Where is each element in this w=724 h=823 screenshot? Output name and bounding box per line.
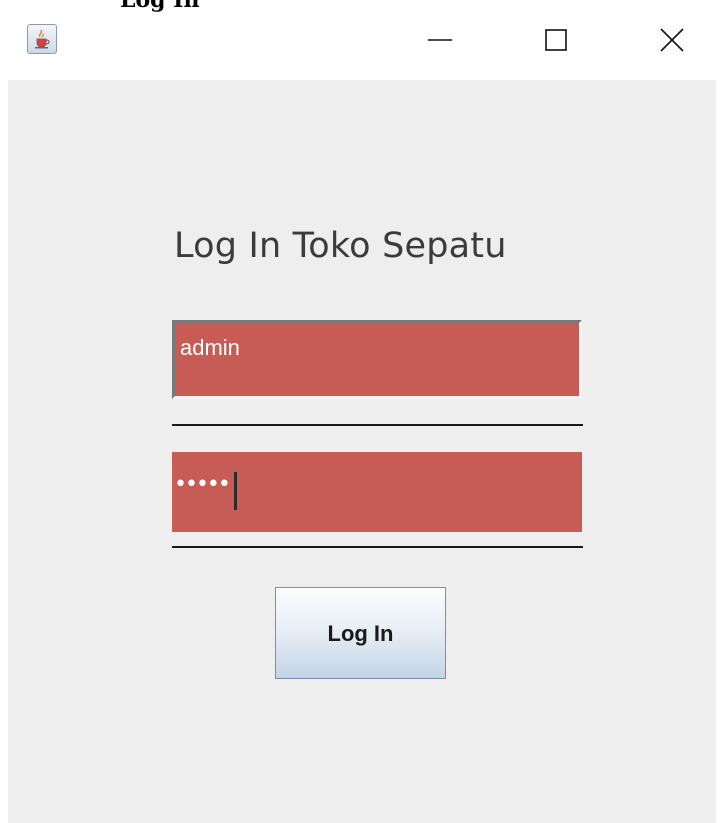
page-title: Log In Toko Sepatu — [174, 226, 507, 266]
username-field[interactable]: admin — [172, 320, 582, 399]
minimize-button[interactable] — [410, 14, 470, 66]
title-bar[interactable]: Log In — [0, 0, 724, 80]
login-window: Log In Log In Toko Sepatu admin ••••• Lo… — [0, 0, 724, 823]
window-title: Log In — [120, 0, 320, 12]
password-underline — [172, 546, 583, 548]
password-mask: ••••• — [174, 472, 231, 497]
maximize-icon — [545, 29, 567, 51]
username-value: admin — [180, 335, 240, 360]
java-cup-icon[interactable] — [27, 24, 57, 54]
text-caret — [234, 472, 237, 510]
minimize-icon — [428, 39, 452, 41]
close-button[interactable] — [642, 14, 702, 66]
login-button[interactable]: Log In — [275, 587, 446, 679]
username-underline — [172, 424, 583, 426]
close-icon — [660, 28, 684, 52]
password-field[interactable]: ••••• — [172, 452, 582, 532]
maximize-button[interactable] — [526, 14, 586, 66]
